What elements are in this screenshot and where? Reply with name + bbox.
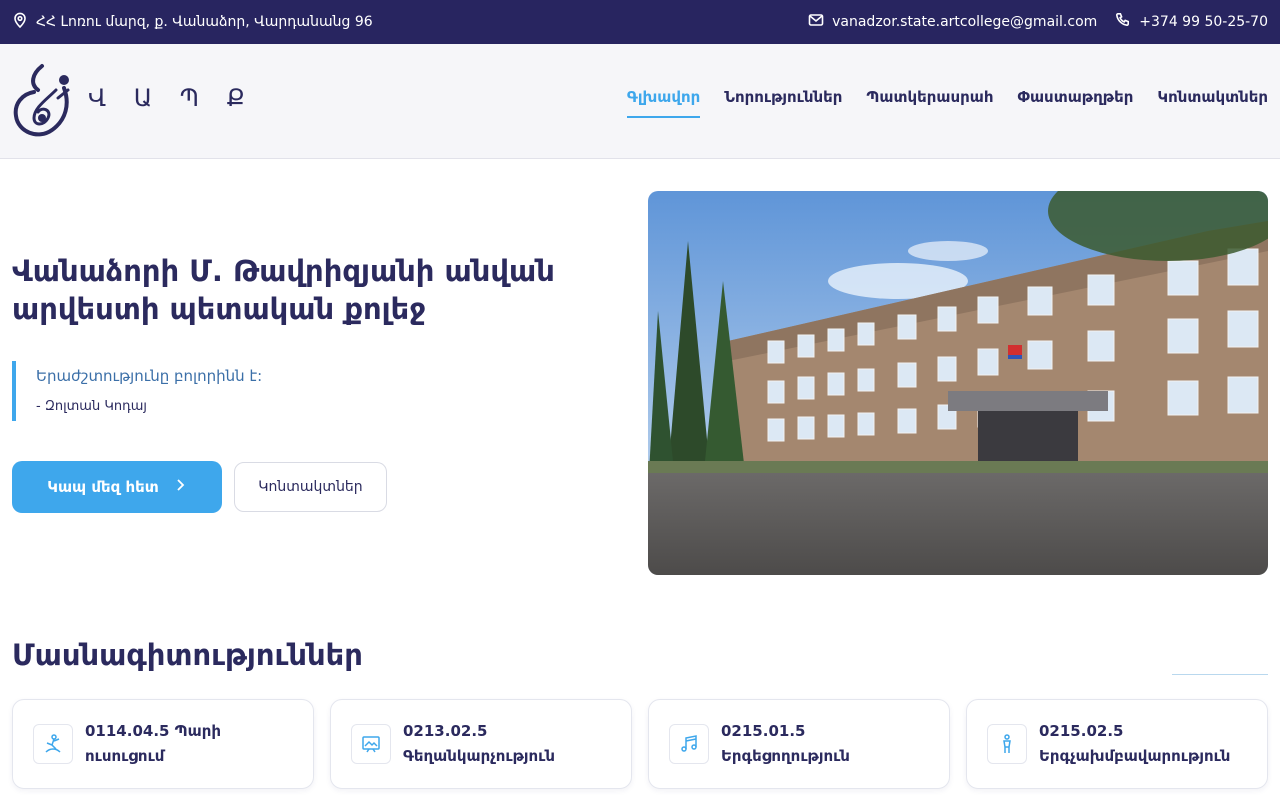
music-notes-icon [669,724,709,764]
logo-text: Վ Ա Պ Ք [88,84,255,112]
email-link[interactable]: vanadzor.state.artcollege@gmail.com [808,12,1097,32]
conductor-icon [987,724,1027,764]
nav-item-contacts[interactable]: Կոնտակտներ [1157,88,1268,118]
envelope-icon [808,12,824,32]
specialties-list: 0114.04.5 Պարի ուսուցում 0213.02.5 Գեղան… [12,699,1268,789]
specialty-card-singing[interactable]: 0215.01.5 Երգեցողություն [648,699,950,789]
contact-us-label: Կապ մեզ հետ [47,478,159,496]
phone-link[interactable]: +374 99 50-25-70 [1115,12,1268,32]
location-pin-icon [12,12,28,32]
dance-icon [33,724,73,764]
specialty-card-painting[interactable]: 0213.02.5 Գեղանկարչություն [330,699,632,789]
college-building-photo [648,191,1268,575]
contact-us-button[interactable]: Կապ մեզ հետ [12,461,222,513]
main-nav: Գլխավոր Նորություններ Պատկերասրահ Փաստաթ… [626,88,1268,118]
top-contact-bar: ՀՀ Լոռու մարզ, ք. Վանաձոր, Վարդանանց 96 … [0,0,1280,44]
phone-icon [1115,12,1131,32]
nav-item-documents[interactable]: Փաստաթղթեր [1017,88,1133,118]
painting-icon [351,724,391,764]
address-text: ՀՀ Լոռու մարզ, ք. Վանաձոր, Վարդանանց 96 [36,14,373,30]
hero-title: Վանաձորի Մ. Թավրիզյանի անվան արվեստի պետ… [12,254,555,326]
specialties-title: Մասնագիտություններ [12,638,363,672]
site-header: Վ Ա Պ Ք Գլխավոր Նորություններ Պատկերասրա… [0,44,1280,159]
quote-text: Երաժշտությունը բոլորինն է: [36,367,263,385]
specialty-label: 0114.04.5 Պարի ուսուցում [85,722,222,765]
specialty-card-conducting[interactable]: 0215.02.5 Երգչախմբավարություն [966,699,1268,789]
nav-item-home[interactable]: Գլխավոր [626,88,701,118]
quote-author: - Զոլտան Կոդայ [36,399,147,414]
address-item: ՀՀ Լոռու մարզ, ք. Վանաձոր, Վարդանանց 96 [12,0,373,44]
email-text: vanadzor.state.artcollege@gmail.com [832,14,1098,30]
specialty-label: 0215.01.5 Երգեցողություն [721,722,850,765]
nav-item-gallery[interactable]: Պատկերասրահ [866,88,993,118]
phone-text: +374 99 50-25-70 [1139,14,1268,30]
college-logo[interactable] [12,60,74,142]
chevron-right-icon [173,478,187,496]
hero-quote: Երաժշտությունը բոլորինն է: - Զոլտան Կոդա… [12,361,262,421]
specialty-label: 0215.02.5 Երգչախմբավարություն [1039,722,1231,765]
specialty-card-dance[interactable]: 0114.04.5 Պարի ուսուցում [12,699,314,789]
section-divider [1172,674,1268,675]
contacts-button[interactable]: Կոնտակտներ [234,462,387,512]
nav-item-news[interactable]: Նորություններ [724,88,842,118]
specialty-label: 0213.02.5 Գեղանկարչություն [403,722,555,765]
